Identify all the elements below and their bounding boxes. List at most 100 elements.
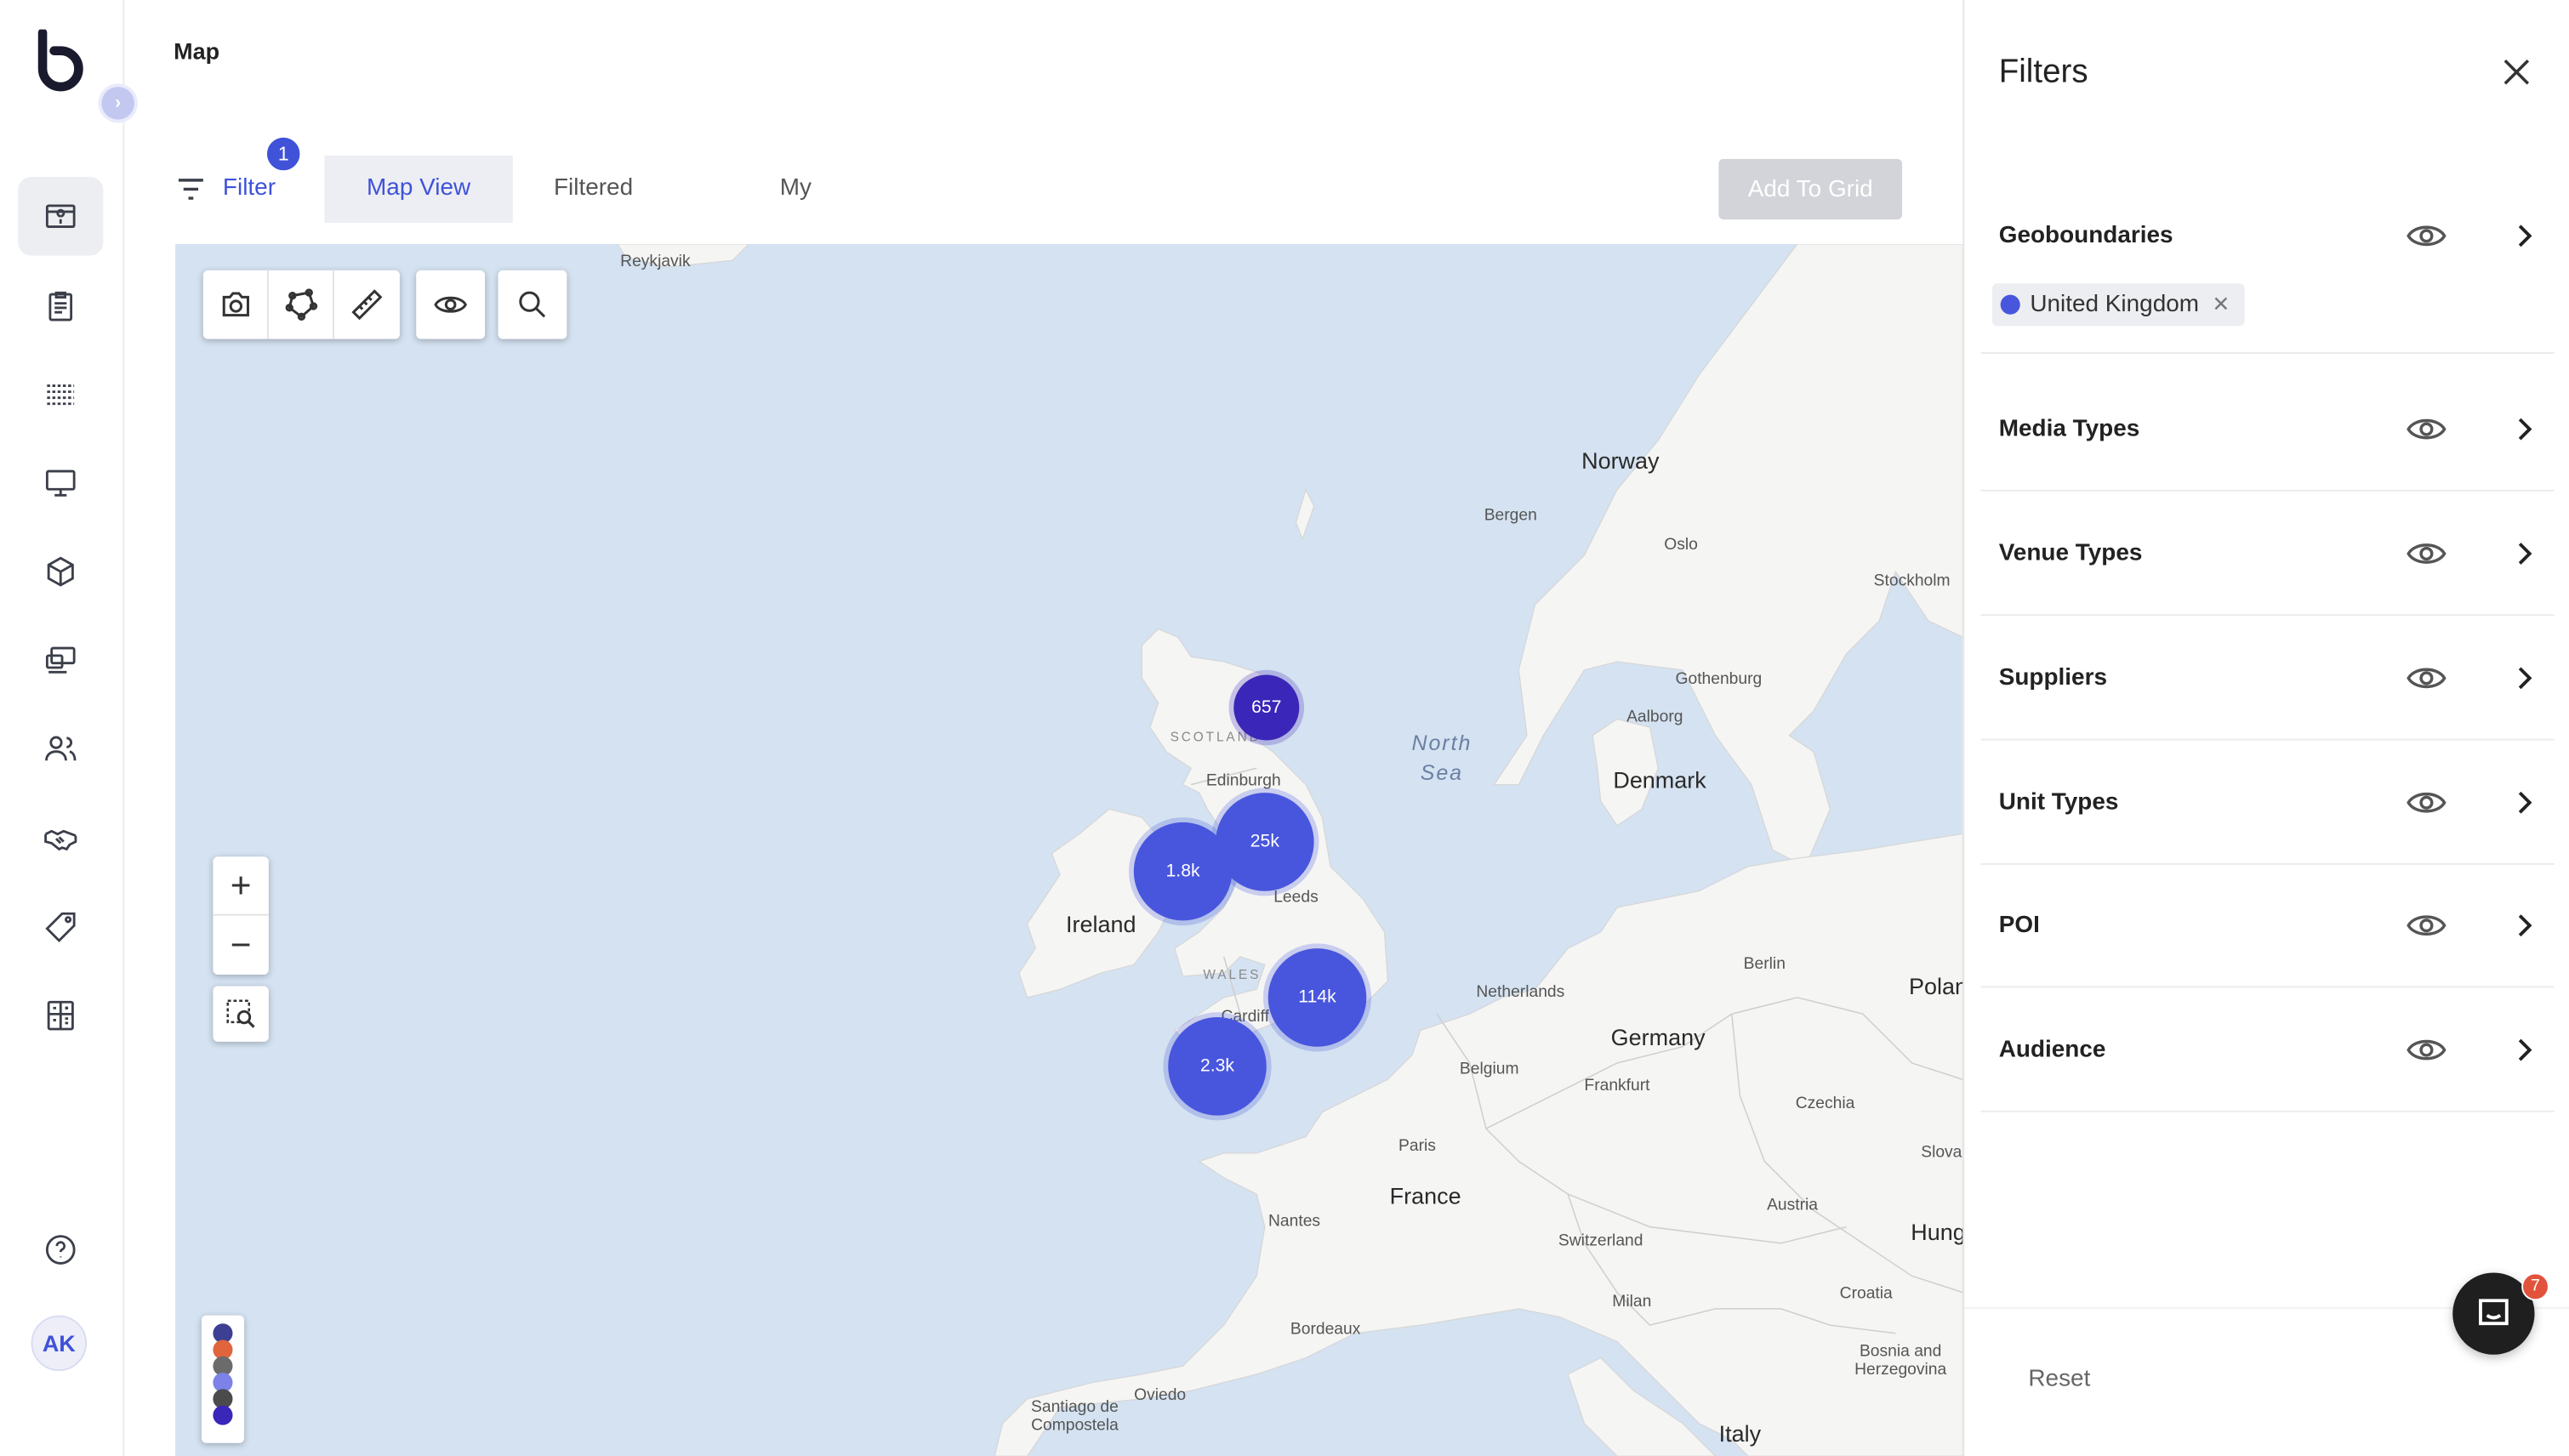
help-button[interactable] bbox=[18, 1210, 103, 1288]
label-stockholm: Stockholm bbox=[1873, 572, 1951, 591]
label-reykjavik: Reykjavik bbox=[620, 253, 691, 271]
legend-swatch bbox=[213, 1405, 233, 1425]
tab-my-grid[interactable]: My Grid bbox=[741, 156, 864, 269]
map-canvas[interactable]: Reykjavik Norway Bergen Oslo Stockholm G… bbox=[175, 243, 1963, 1456]
label-hungary: Hung bbox=[1911, 1218, 1963, 1245]
chevron-right-icon[interactable] bbox=[2510, 911, 2540, 941]
nav-inventory[interactable] bbox=[18, 532, 103, 611]
label-bosnia-line2: Herzegovina bbox=[1854, 1361, 1947, 1379]
chevron-right-icon[interactable] bbox=[2510, 788, 2540, 817]
nav-presentations[interactable] bbox=[18, 444, 103, 522]
filters-panel: Filters Geoboundaries United Kingdom ✕ M… bbox=[1962, 0, 2569, 1456]
label-norway: Norway bbox=[1581, 446, 1660, 474]
label-milan: Milan bbox=[1612, 1293, 1652, 1311]
label-santiago: Santiago de Compostela bbox=[1031, 1399, 1119, 1435]
page-title: Map bbox=[174, 37, 220, 65]
filter-section-label: Unit Types bbox=[1998, 789, 2119, 816]
filter-section-media-types[interactable]: Media Types bbox=[1980, 367, 2555, 492]
remove-chip-icon[interactable]: ✕ bbox=[2212, 292, 2230, 318]
tab-map-view[interactable]: Map View bbox=[324, 155, 513, 223]
chevron-right-icon[interactable] bbox=[2510, 414, 2540, 444]
calculator-icon bbox=[47, 1000, 74, 1031]
chevron-right-icon[interactable] bbox=[2510, 1035, 2540, 1065]
users-icon bbox=[45, 736, 77, 761]
app-logo[interactable] bbox=[33, 29, 88, 92]
eye-icon[interactable] bbox=[2405, 412, 2447, 446]
chip-color-dot bbox=[2000, 294, 2020, 315]
layer-visibility-group bbox=[416, 270, 486, 339]
chevron-right-icon[interactable] bbox=[2510, 663, 2540, 693]
box-zoom-button[interactable] bbox=[213, 986, 269, 1042]
zoom-in-button[interactable]: + bbox=[213, 856, 269, 916]
filter-section-label: Venue Types bbox=[1998, 540, 2143, 567]
add-to-grid-button[interactable]: Add To Grid bbox=[1718, 158, 1903, 220]
nav-users[interactable] bbox=[18, 709, 103, 788]
map-search-button[interactable] bbox=[498, 270, 567, 339]
filter-section-suppliers[interactable]: Suppliers bbox=[1980, 616, 2555, 741]
map-legend[interactable] bbox=[201, 1315, 244, 1443]
camera-icon bbox=[221, 292, 249, 317]
zoom-out-button[interactable]: − bbox=[213, 916, 268, 975]
tab-filtered-units[interactable]: Filtered Units bbox=[515, 156, 673, 269]
devices-icon bbox=[45, 646, 76, 674]
map-icon bbox=[45, 204, 76, 229]
nav-partners[interactable] bbox=[18, 799, 103, 878]
filter-section-label: POI bbox=[1998, 912, 2040, 939]
filter-section-label: Audience bbox=[1998, 1037, 2106, 1063]
filter-section-unit-types[interactable]: Unit Types bbox=[1980, 741, 2555, 865]
label-poland: Polan bbox=[1908, 973, 1963, 999]
label-czechia: Czechia bbox=[1795, 1095, 1855, 1113]
close-icon[interactable] bbox=[2500, 55, 2533, 88]
label-edinburgh: Edinburgh bbox=[1205, 772, 1281, 791]
filter-section-label: Media Types bbox=[1998, 416, 2140, 443]
nav-map[interactable] bbox=[18, 177, 104, 256]
screenshot-button[interactable] bbox=[203, 270, 269, 339]
sidebar-expand-button[interactable]: › bbox=[101, 87, 134, 120]
eye-icon[interactable] bbox=[2405, 537, 2447, 571]
measure-button[interactable] bbox=[334, 270, 400, 339]
label-bergen: Bergen bbox=[1484, 507, 1537, 526]
cluster-marker[interactable]: 1.8k bbox=[1133, 822, 1233, 921]
filter-count-badge: 1 bbox=[266, 137, 300, 171]
label-leeds: Leeds bbox=[1273, 888, 1319, 907]
zoom-control: + − bbox=[213, 856, 269, 975]
cluster-marker[interactable]: 2.3k bbox=[1168, 1017, 1267, 1116]
map-search-group bbox=[498, 270, 567, 339]
tag-icon bbox=[45, 912, 76, 943]
nav-pricing[interactable] bbox=[18, 888, 103, 966]
draw-polygon-button[interactable] bbox=[269, 270, 334, 339]
eye-icon[interactable] bbox=[2405, 1033, 2447, 1066]
chevron-right-icon[interactable] bbox=[2510, 539, 2540, 569]
eye-icon[interactable] bbox=[2405, 786, 2447, 819]
reset-button[interactable]: Reset bbox=[2028, 1366, 2090, 1392]
map-tools-group bbox=[202, 270, 400, 339]
nav-campaigns[interactable] bbox=[18, 267, 103, 345]
eye-icon[interactable] bbox=[2405, 662, 2447, 695]
filter-section-venue-types[interactable]: Venue Types bbox=[1980, 492, 2555, 617]
nav-calculator[interactable] bbox=[18, 976, 103, 1055]
eye-icon[interactable] bbox=[2405, 909, 2447, 942]
filter-section-poi[interactable]: POI bbox=[1980, 863, 2555, 988]
filter-button[interactable]: Filter 1 bbox=[174, 137, 315, 223]
label-ireland: Ireland bbox=[1066, 910, 1136, 937]
cluster-marker[interactable]: 114k bbox=[1267, 948, 1367, 1047]
label-paris: Paris bbox=[1398, 1137, 1436, 1156]
eye-icon[interactable] bbox=[2405, 219, 2447, 253]
filter-section-audience[interactable]: Audience bbox=[1980, 987, 2555, 1112]
visibility-toggle-button[interactable] bbox=[416, 270, 485, 339]
label-oviedo: Oviedo bbox=[1134, 1386, 1187, 1405]
cluster-marker[interactable]: 657 bbox=[1233, 674, 1300, 741]
label-santiago-line2: Compostela bbox=[1031, 1416, 1119, 1436]
filter-section-label: Geoboundaries bbox=[1998, 222, 2173, 249]
label-north-sea-line2: Sea bbox=[1420, 759, 1464, 785]
filter-section-geoboundaries[interactable]: Geoboundaries bbox=[1980, 173, 2555, 355]
user-avatar[interactable]: AK bbox=[31, 1315, 88, 1372]
nav-grid[interactable] bbox=[18, 355, 103, 434]
search-icon bbox=[519, 291, 546, 318]
nav-screens[interactable] bbox=[18, 621, 103, 699]
chip-label: United Kingdom bbox=[2030, 291, 2200, 318]
label-oslo: Oslo bbox=[1664, 536, 1698, 555]
chevron-right-icon[interactable] bbox=[2510, 221, 2540, 251]
label-berlin: Berlin bbox=[1743, 955, 1786, 975]
filters-title: Filters bbox=[1998, 54, 2088, 90]
